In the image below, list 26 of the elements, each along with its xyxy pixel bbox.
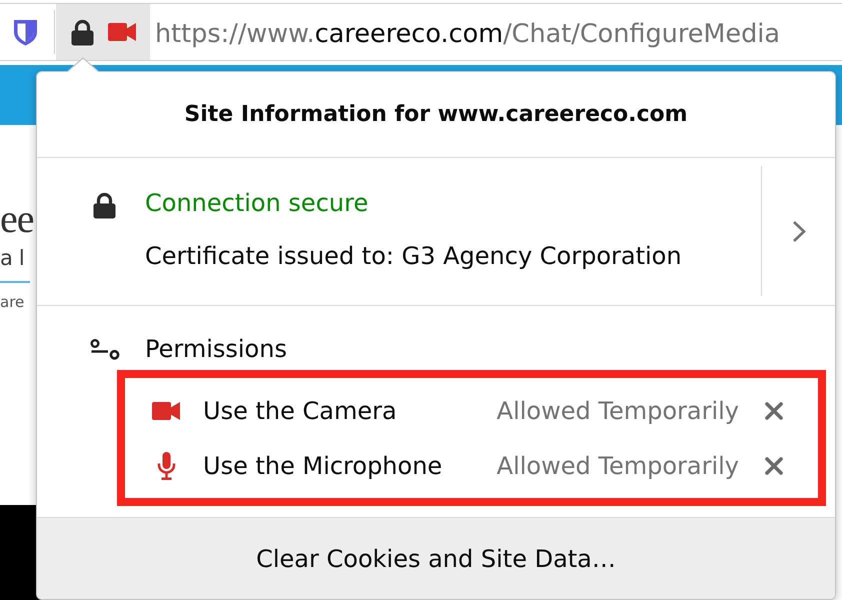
lock-icon [92, 192, 117, 219]
panel-title: Site Information for www.careereco.com [184, 100, 688, 128]
url-text[interactable]: https://www.careereco.com/Chat/ConfigureMedia [155, 18, 780, 50]
connection-status: Connection secure [145, 188, 370, 218]
microphone-icon [156, 452, 176, 480]
permission-label: Use the Microphone [203, 450, 444, 480]
video-camera-icon [108, 22, 136, 42]
site-identity-button[interactable] [56, 4, 150, 60]
permission-label: Use the Camera [203, 396, 398, 426]
close-icon [764, 456, 784, 476]
chevron-right-icon [792, 220, 806, 243]
page-tagline-text: are [0, 293, 24, 311]
remove-permission-button[interactable] [764, 400, 784, 420]
clear-cookies-button[interactable]: Clear Cookies and Site Data… [37, 518, 835, 599]
sliders-icon [90, 338, 120, 360]
certificate-text: Certificate issued to: G3 Agency Corporation [145, 241, 682, 271]
permission-status: Allowed Temporarily [496, 396, 739, 426]
close-icon [764, 400, 784, 420]
lock-icon [70, 18, 95, 46]
video-camera-icon [152, 400, 180, 420]
permissions-heading: Permissions [145, 334, 287, 364]
permission-status: Allowed Temporarily [496, 450, 739, 480]
page-heading-text: ee [0, 197, 34, 241]
page-subheading-text: al [0, 245, 31, 271]
remove-permission-button[interactable] [764, 456, 784, 476]
shield-icon [13, 18, 38, 46]
